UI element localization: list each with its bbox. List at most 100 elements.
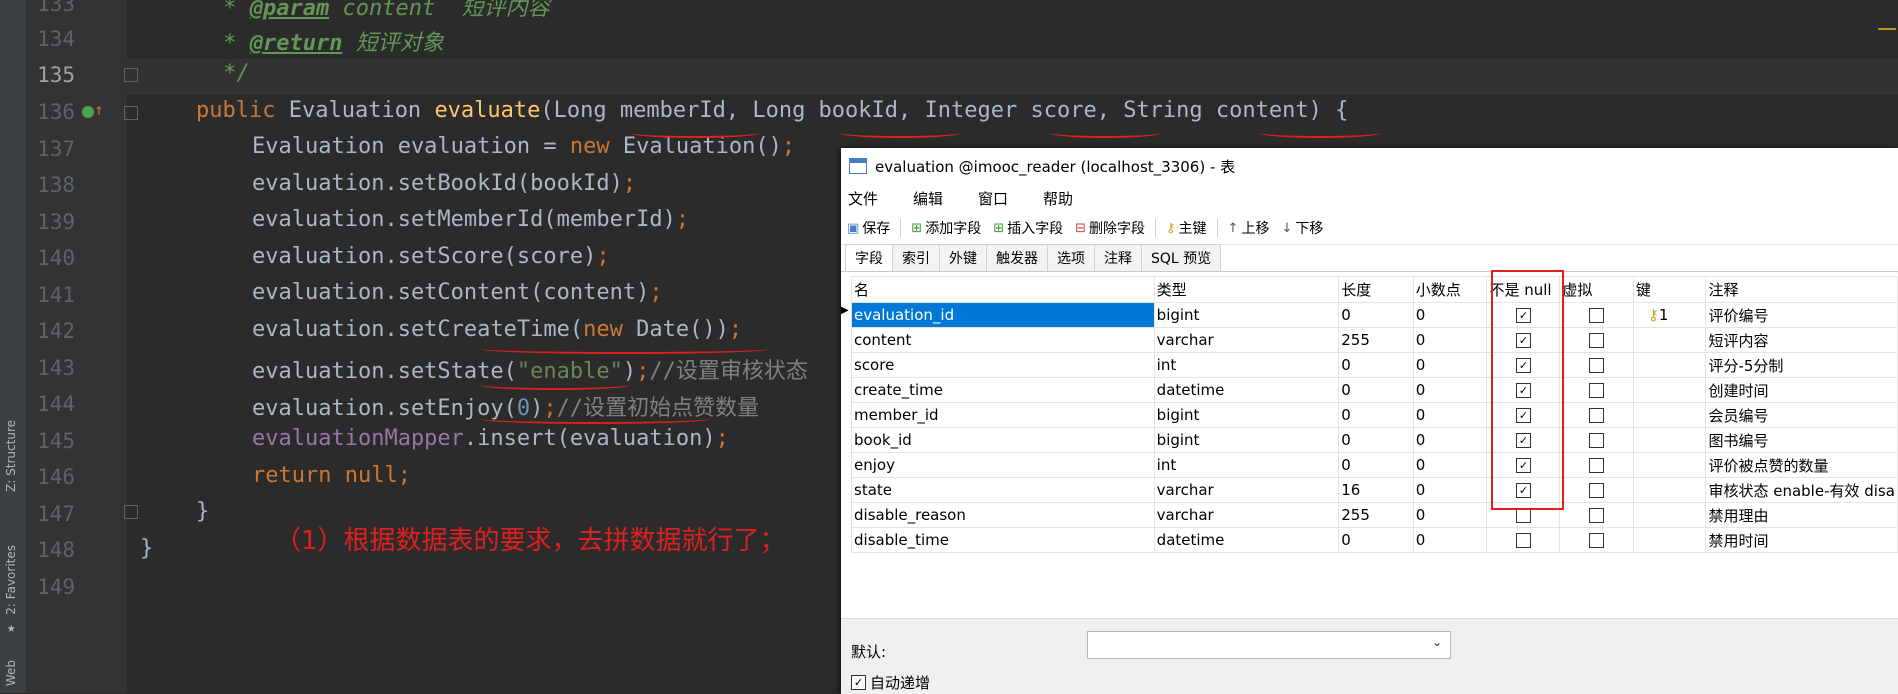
cell-length[interactable]: 0 xyxy=(1338,377,1414,403)
cell-name[interactable]: evaluation_id xyxy=(851,302,1155,328)
move-up-button[interactable]: ↑ 上移 xyxy=(1228,218,1270,238)
cell-name[interactable]: disable_time xyxy=(851,527,1155,553)
virtual-checkbox[interactable] xyxy=(1589,358,1605,373)
virtual-checkbox[interactable] xyxy=(1589,308,1605,323)
tab-sql-preview[interactable]: SQL 预览 xyxy=(1141,244,1222,271)
cell-name[interactable]: create_time xyxy=(851,377,1155,403)
cell-comment[interactable]: 图书编号 xyxy=(1705,427,1898,453)
default-value-select[interactable]: ⌄ xyxy=(1087,631,1451,659)
cell-name[interactable]: book_id xyxy=(851,427,1155,453)
table-row[interactable]: evaluation_id bigint 0 0 ✓ ⚷1 评价编号 xyxy=(851,302,1898,328)
cell-comment[interactable]: 会员编号 xyxy=(1705,402,1898,428)
col-header-decimal[interactable]: 小数点 xyxy=(1412,276,1488,303)
col-header-comment[interactable]: 注释 xyxy=(1705,276,1898,303)
cell-length[interactable]: 255 xyxy=(1338,327,1414,353)
delete-field-button[interactable]: ⊟ 删除字段 xyxy=(1075,218,1145,238)
tab-fields[interactable]: 字段 xyxy=(845,244,893,271)
table-row[interactable]: disable_reason varchar 255 0 禁用理由 xyxy=(851,502,1898,528)
web-tab[interactable]: Web xyxy=(4,660,18,686)
table-row[interactable]: create_time datetime 0 0 ✓ 创建时间 xyxy=(851,377,1898,403)
cell-key[interactable] xyxy=(1632,352,1707,378)
table-row[interactable]: book_id bigint 0 0 ✓ 图书编号 xyxy=(851,427,1898,453)
cell-virtual[interactable] xyxy=(1559,327,1634,353)
cell-length[interactable]: 16 xyxy=(1338,477,1414,503)
cell-key[interactable] xyxy=(1632,527,1707,553)
cell-key[interactable] xyxy=(1632,452,1707,478)
auto-increment-checkbox[interactable]: ✓ xyxy=(851,675,866,690)
menu-file[interactable]: 文件 xyxy=(848,188,878,209)
cell-decimal[interactable]: 0 xyxy=(1412,377,1488,403)
cell-key[interactable] xyxy=(1632,327,1707,353)
menu-help[interactable]: 帮助 xyxy=(1043,188,1073,209)
cell-key[interactable] xyxy=(1632,477,1707,503)
cell-comment[interactable]: 评价被点赞的数量 xyxy=(1705,452,1898,478)
cell-decimal[interactable]: 0 xyxy=(1412,352,1488,378)
insert-field-button[interactable]: ⊞ 插入字段 xyxy=(993,218,1063,238)
tab-triggers[interactable]: 触发器 xyxy=(986,244,1048,271)
cell-not-null[interactable] xyxy=(1486,527,1561,553)
cell-decimal[interactable]: 0 xyxy=(1412,452,1488,478)
col-header-virtual[interactable]: 虚拟 xyxy=(1559,276,1634,303)
cell-name[interactable]: enjoy xyxy=(851,452,1155,478)
cell-name[interactable]: state xyxy=(851,477,1155,503)
override-arrow-icon[interactable]: ↑ xyxy=(94,100,104,119)
cell-virtual[interactable] xyxy=(1559,352,1634,378)
cell-length[interactable]: 0 xyxy=(1338,302,1414,328)
move-down-button[interactable]: ↓ 下移 xyxy=(1281,218,1323,238)
cell-key[interactable] xyxy=(1632,502,1707,528)
cell-name[interactable]: disable_reason xyxy=(851,502,1155,528)
col-header-key[interactable]: 键 xyxy=(1632,276,1707,303)
auto-increment-option[interactable]: ✓ 自动递增 xyxy=(851,672,930,693)
cell-decimal[interactable]: 0 xyxy=(1412,327,1488,353)
table-row[interactable]: state varchar 16 0 ✓ 审核状态 enable-有效 disa xyxy=(851,477,1898,503)
cell-type[interactable]: int xyxy=(1153,352,1340,378)
tab-options[interactable]: 选项 xyxy=(1047,244,1095,271)
cell-length[interactable]: 0 xyxy=(1338,352,1414,378)
cell-length[interactable]: 255 xyxy=(1338,502,1414,528)
error-stripe-mark[interactable] xyxy=(1878,28,1896,30)
cell-name[interactable]: score xyxy=(851,352,1155,378)
col-header-type[interactable]: 类型 xyxy=(1153,276,1340,303)
cell-type[interactable]: int xyxy=(1153,452,1340,478)
cell-decimal[interactable]: 0 xyxy=(1412,527,1488,553)
structure-tab[interactable]: Z: Structure xyxy=(4,420,18,492)
cell-type[interactable]: datetime xyxy=(1153,527,1340,553)
cell-decimal[interactable]: 0 xyxy=(1412,502,1488,528)
virtual-checkbox[interactable] xyxy=(1589,458,1605,473)
virtual-checkbox[interactable] xyxy=(1589,408,1605,423)
cell-type[interactable]: datetime xyxy=(1153,377,1340,403)
cell-key[interactable] xyxy=(1632,402,1707,428)
cell-length[interactable]: 0 xyxy=(1338,402,1414,428)
cell-type[interactable]: bigint xyxy=(1153,427,1340,453)
primary-key-button[interactable]: ⚷ 主键 xyxy=(1166,218,1207,238)
cell-key[interactable] xyxy=(1632,377,1707,403)
table-row[interactable]: disable_time datetime 0 0 禁用时间 xyxy=(851,527,1898,553)
cell-type[interactable]: bigint xyxy=(1153,402,1340,428)
fold-marker-icon[interactable] xyxy=(124,505,138,519)
cell-decimal[interactable]: 0 xyxy=(1412,477,1488,503)
cell-decimal[interactable]: 0 xyxy=(1412,427,1488,453)
cell-virtual[interactable] xyxy=(1559,402,1634,428)
tab-indexes[interactable]: 索引 xyxy=(892,244,940,271)
cell-decimal[interactable]: 0 xyxy=(1412,302,1488,328)
cell-length[interactable]: 0 xyxy=(1338,527,1414,553)
virtual-checkbox[interactable] xyxy=(1589,433,1605,448)
save-button[interactable]: ▣ 保存 xyxy=(847,218,890,238)
fold-marker-icon[interactable] xyxy=(124,68,138,82)
table-row[interactable]: enjoy int 0 0 ✓ 评价被点赞的数量 xyxy=(851,452,1898,478)
menu-edit[interactable]: 编辑 xyxy=(913,188,943,209)
cell-length[interactable]: 0 xyxy=(1338,452,1414,478)
col-header-name[interactable]: 名 xyxy=(851,276,1155,303)
cell-virtual[interactable] xyxy=(1559,502,1634,528)
cell-virtual[interactable] xyxy=(1559,477,1634,503)
cell-comment[interactable]: 评价编号 xyxy=(1705,302,1898,328)
tab-comment[interactable]: 注释 xyxy=(1094,244,1142,271)
add-field-button[interactable]: ⊞ 添加字段 xyxy=(911,218,981,238)
col-header-length[interactable]: 长度 xyxy=(1338,276,1414,303)
cell-name[interactable]: member_id xyxy=(851,402,1155,428)
cell-comment[interactable]: 短评内容 xyxy=(1705,327,1898,353)
table-row[interactable]: member_id bigint 0 0 ✓ 会员编号 xyxy=(851,402,1898,428)
cell-decimal[interactable]: 0 xyxy=(1412,402,1488,428)
fold-marker-icon[interactable] xyxy=(124,106,138,120)
cell-comment[interactable]: 评分-5分制 xyxy=(1705,352,1898,378)
